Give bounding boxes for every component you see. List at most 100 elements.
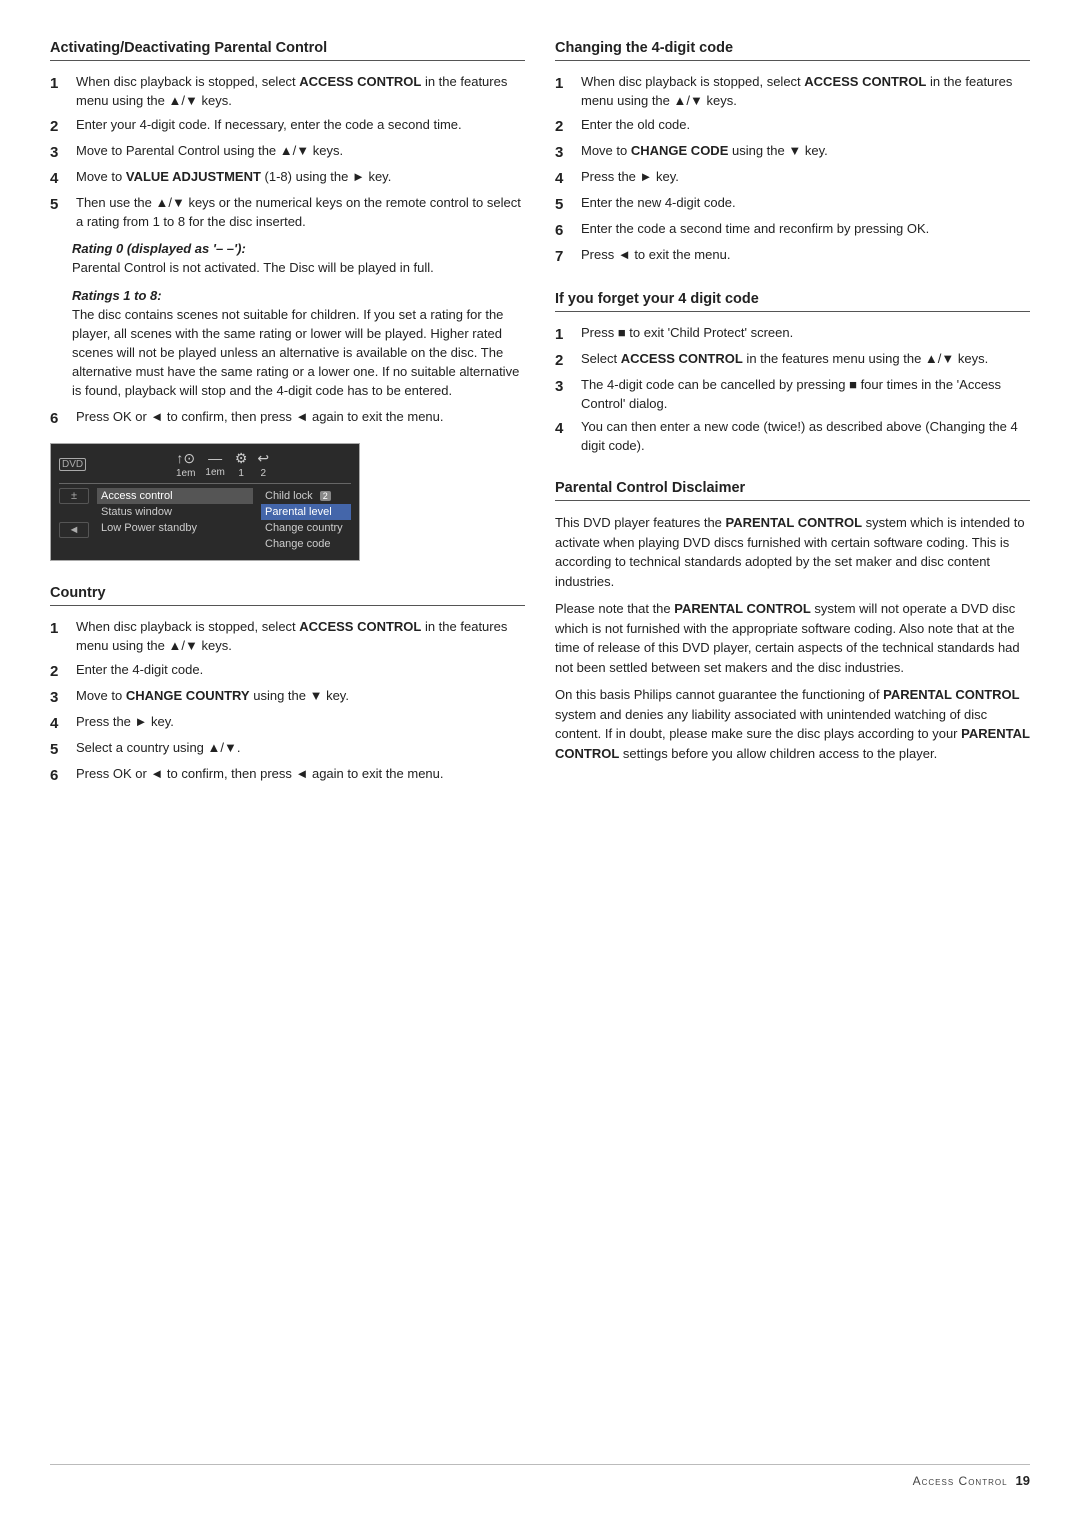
list-num: 6 (50, 765, 72, 786)
list-content: Press the ► key. (581, 168, 1030, 189)
list-item: 3 Move to CHANGE COUNTRY using the ▼ key… (50, 687, 525, 708)
list-item: 7 Press ◄ to exit the menu. (555, 246, 1030, 267)
list-item: 5 Select a country using ▲/▼. (50, 739, 525, 760)
list-content: Move to VALUE ADJUSTMENT (1-8) using the… (76, 168, 525, 189)
activating-list-2: 6 Press OK or ◄ to confirm, then press ◄… (50, 408, 525, 429)
list-content: Enter the new 4-digit code. (581, 194, 1030, 215)
rating1-heading: Ratings 1 to 8: (72, 288, 525, 303)
list-item: 2 Select ACCESS CONTROL in the features … (555, 350, 1030, 371)
list-content: Move to CHANGE COUNTRY using the ▼ key. (76, 687, 525, 708)
list-item: 4 Move to VALUE ADJUSTMENT (1-8) using t… (50, 168, 525, 189)
list-item: 4 Press the ► key. (555, 168, 1030, 189)
arrow-icon: ↩ (257, 450, 269, 467)
list-num: 4 (50, 713, 72, 734)
section-disclaimer: Parental Control Disclaimer This DVD pla… (555, 480, 1030, 763)
list-num: 3 (50, 142, 72, 163)
list-content: Press OK or ◄ to confirm, then press ◄ a… (76, 408, 525, 429)
menu-right-items: Child lock 2 Parental level Change count… (261, 488, 351, 552)
list-content: Press ◄ to exit the menu. (581, 246, 1030, 267)
left-column: Activating/Deactivating Parental Control… (50, 40, 525, 1444)
dvd-menu-topbar: DVD ↑⊙ 1em — 1em ⚙ (59, 450, 351, 484)
rating0-text: Parental Control is not activated. The D… (72, 259, 525, 278)
list-content: When disc playback is stopped, select AC… (76, 73, 525, 111)
list-item: 4 Press the ► key. (50, 713, 525, 734)
right-column: Changing the 4-digit code 1 When disc pl… (555, 40, 1030, 1444)
menu-item-changecode: Change code (261, 536, 351, 552)
list-content: Enter your 4-digit code. If necessary, e… (76, 116, 525, 137)
list-item: 1 When disc playback is stopped, select … (50, 618, 525, 656)
list-item: 5 Then use the ▲/▼ keys or the numerical… (50, 194, 525, 232)
menu-item-changecountry: Change country (261, 520, 351, 536)
dvd-icon: DVD (59, 458, 86, 471)
section-country-title: Country (50, 585, 525, 606)
arrow-label: 2 (261, 468, 267, 479)
list-item: 3 Move to Parental Control using the ▲/▼… (50, 142, 525, 163)
footer-label: Access Control (913, 1474, 1008, 1488)
badge: 2 (320, 491, 331, 501)
list-item: 2 Enter the 4-digit code. (50, 661, 525, 682)
list-content: Then use the ▲/▼ keys or the numerical k… (76, 194, 525, 232)
list-num: 2 (555, 116, 577, 137)
menu-item-access: Access control (97, 488, 253, 504)
list-content: You can then enter a new code (twice!) a… (581, 418, 1030, 456)
list-num: 4 (555, 418, 577, 456)
plus-minus-icon: ± (59, 488, 89, 504)
list-content: Select ACCESS CONTROL in the features me… (581, 350, 1030, 371)
list-item: 3 Move to CHANGE CODE using the ▼ key. (555, 142, 1030, 163)
dash-label: 1em (205, 467, 224, 478)
list-num: 5 (50, 194, 72, 232)
menu-center-items: Access control Status window Low Power s… (97, 488, 253, 552)
list-num: 3 (555, 142, 577, 163)
menu-item-childlock: Child lock 2 (261, 488, 351, 504)
list-num: 5 (555, 194, 577, 215)
section-country: Country 1 When disc playback is stopped,… (50, 585, 525, 786)
list-num: 3 (50, 687, 72, 708)
list-item: 1 When disc playback is stopped, select … (50, 73, 525, 111)
country-list: 1 When disc playback is stopped, select … (50, 618, 525, 786)
list-content: Move to Parental Control using the ▲/▼ k… (76, 142, 525, 163)
section-forget-code-title: If you forget your 4 digit code (555, 291, 1030, 312)
list-item: 6 Press OK or ◄ to confirm, then press ◄… (50, 765, 525, 786)
list-item: 1 Press ■ to exit 'Child Protect' screen… (555, 324, 1030, 345)
list-num: 6 (555, 220, 577, 241)
list-num: 2 (50, 661, 72, 682)
list-num: 3 (555, 376, 577, 414)
dvd-menu-screenshot: DVD ↑⊙ 1em — 1em ⚙ (50, 443, 360, 561)
menu-item-parentallevel: Parental level (261, 504, 351, 520)
list-num: 1 (555, 324, 577, 345)
forget-code-list: 1 Press ■ to exit 'Child Protect' screen… (555, 324, 1030, 456)
disclaimer-para2: Please note that the PARENTAL CONTROL sy… (555, 599, 1030, 677)
list-num: 7 (555, 246, 577, 267)
list-item: 4 You can then enter a new code (twice!)… (555, 418, 1030, 456)
list-num: 1 (50, 618, 72, 656)
list-content: Select a country using ▲/▼. (76, 739, 525, 760)
list-num: 1 (50, 73, 72, 111)
section-change-code: Changing the 4-digit code 1 When disc pl… (555, 40, 1030, 267)
disclaimer-para3: On this basis Philips cannot guarantee t… (555, 685, 1030, 763)
list-content: When disc playback is stopped, select AC… (76, 618, 525, 656)
menu-icon-gear: ⚙ 1 (235, 450, 248, 479)
list-item: 1 When disc playback is stopped, select … (555, 73, 1030, 111)
disclaimer-para1: This DVD player features the PARENTAL CO… (555, 513, 1030, 591)
menu-icon-arrow: ↩ 2 (257, 450, 269, 479)
list-item: 3 The 4-digit code can be cancelled by p… (555, 376, 1030, 414)
activating-list: 1 When disc playback is stopped, select … (50, 73, 525, 231)
menu-item-lowpower: Low Power standby (97, 520, 253, 536)
footer-page-number: 19 (1016, 1473, 1030, 1488)
list-content: Enter the code a second time and reconfi… (581, 220, 1030, 241)
rating0-heading: Rating 0 (displayed as '– –'): (72, 241, 525, 256)
list-item: 2 Enter the old code. (555, 116, 1030, 137)
section-forget-code: If you forget your 4 digit code 1 Press … (555, 291, 1030, 456)
rating1-text: The disc contains scenes not suitable fo… (72, 306, 525, 400)
section-change-code-title: Changing the 4-digit code (555, 40, 1030, 61)
change-code-list: 1 When disc playback is stopped, select … (555, 73, 1030, 267)
list-content: Press ■ to exit 'Child Protect' screen. (581, 324, 1030, 345)
list-num: 1 (555, 73, 577, 111)
timer-icon: ↑⊙ (176, 450, 195, 467)
list-content: Move to CHANGE CODE using the ▼ key. (581, 142, 1030, 163)
list-num: 4 (50, 168, 72, 189)
section-activating: Activating/Deactivating Parental Control… (50, 40, 525, 561)
list-content: Enter the old code. (581, 116, 1030, 137)
list-content: Press OK or ◄ to confirm, then press ◄ a… (76, 765, 525, 786)
gear-icon: ⚙ (235, 450, 248, 467)
